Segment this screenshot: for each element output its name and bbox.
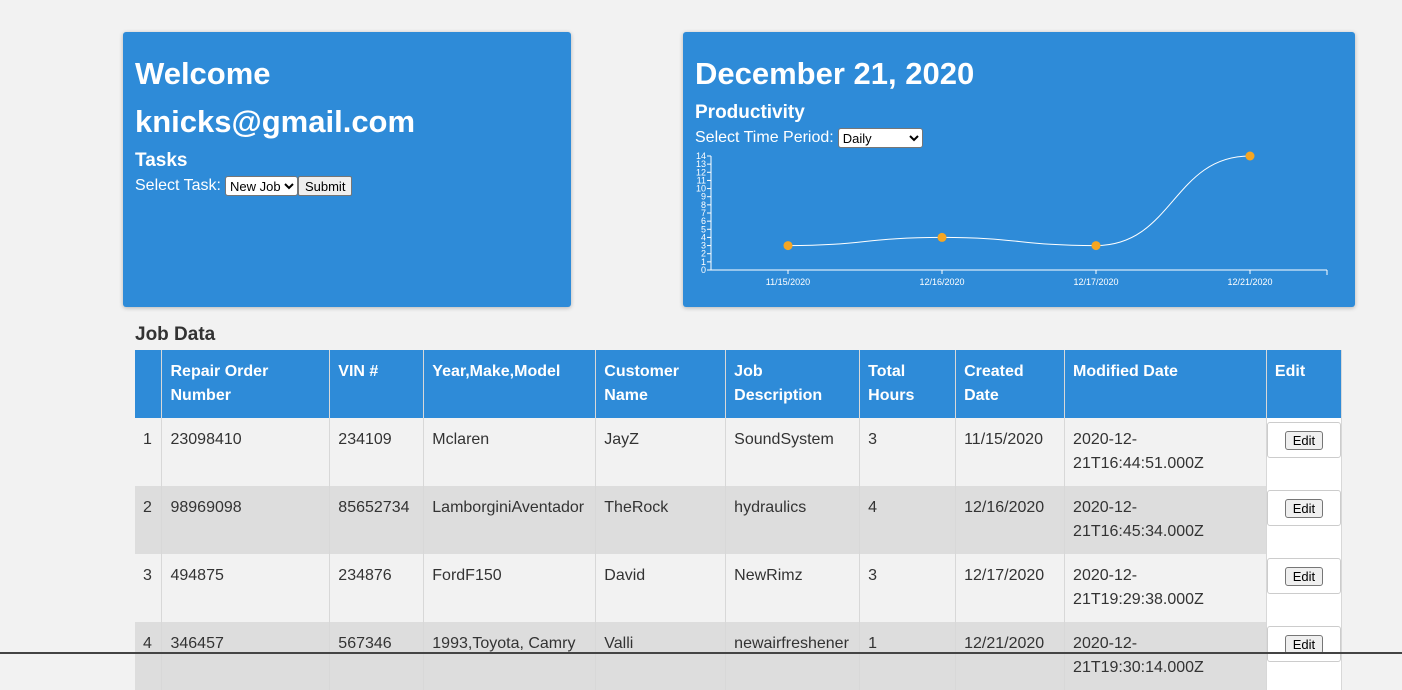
- productivity-card: December 21, 2020 Productivity Select Ti…: [683, 32, 1355, 307]
- column-header: Job Description: [725, 350, 861, 418]
- table-cell: 12/17/2020: [955, 554, 1066, 622]
- table-cell: 3: [859, 418, 957, 486]
- table-cell: David: [595, 554, 727, 622]
- welcome-title: Welcome: [135, 56, 271, 91]
- column-header: Created Date: [955, 350, 1066, 418]
- edit-button-wrapper: Edit: [1266, 558, 1341, 594]
- table-cell: FordF150: [423, 554, 597, 622]
- table-cell: 85652734: [329, 486, 425, 554]
- edit-button[interactable]: Edit: [1284, 566, 1324, 586]
- productivity-heading: Productivity: [695, 102, 805, 123]
- table-cell: 2: [135, 486, 163, 554]
- table-cell: NewRimz: [725, 554, 861, 622]
- table-cell: 567346: [329, 622, 425, 690]
- table-row: 1 23098410 234109 Mclaren JayZ SoundSystem 3 11…: [135, 418, 1343, 486]
- y-tick-label: 14: [696, 151, 706, 161]
- table-cell: 234109: [329, 418, 425, 486]
- table-cell: 234876: [329, 554, 425, 622]
- table-row: 4 346457 567346 1993,Toyota, Camry Valli newa…: [135, 622, 1343, 690]
- column-header: Modified Date: [1064, 350, 1267, 418]
- table-cell: 2020-12-21T16:45:34.000Z: [1064, 486, 1267, 554]
- table-header-row: Repair Order Number VIN # Year,Make,Model C…: [135, 350, 1343, 418]
- x-tick-label: 12/17/2020: [1073, 277, 1118, 287]
- table-cell: SoundSystem: [725, 418, 861, 486]
- table-cell: TheRock: [595, 486, 727, 554]
- data-point: [1091, 241, 1101, 251]
- table-cell: 23098410: [161, 418, 331, 486]
- column-header: [135, 350, 163, 418]
- edit-cell: Edit: [1266, 486, 1343, 554]
- task-select-row: Select Task: New Job Submit: [135, 176, 559, 196]
- column-header: Year,Make,Model: [423, 350, 597, 418]
- data-point: [1245, 151, 1255, 161]
- edit-button[interactable]: Edit: [1284, 498, 1324, 518]
- time-period-select[interactable]: Daily: [837, 128, 923, 148]
- user-email: knicks@gmail.com: [135, 104, 416, 139]
- edit-button-wrapper: Edit: [1266, 422, 1341, 458]
- table-cell: 494875: [161, 554, 331, 622]
- edit-button-wrapper: Edit: [1266, 490, 1341, 526]
- table-cell: LamborginiAventador: [423, 486, 597, 554]
- table-cell: 12/21/2020: [955, 622, 1066, 690]
- job-data-title: Job Data: [135, 324, 216, 345]
- series-line: [787, 155, 1251, 247]
- edit-button[interactable]: Edit: [1284, 634, 1324, 654]
- column-header: Edit: [1266, 350, 1343, 418]
- edit-cell: Edit: [1266, 622, 1343, 690]
- table-row: 3 494875 234876 FordF150 David NewRimz 3 12/17/…: [135, 554, 1343, 622]
- table-cell: JayZ: [595, 418, 727, 486]
- productivity-chart: 0123456789101112131411/15/2020 12/16/2020…: [696, 151, 1328, 287]
- edit-cell: Edit: [1266, 418, 1343, 486]
- table-cell: 2020-12-21T19:30:14.000Z: [1064, 622, 1267, 690]
- data-point: [937, 232, 947, 242]
- table-cell: 4: [859, 486, 957, 554]
- tasks-heading: Tasks: [135, 150, 188, 171]
- table-cell: 3: [135, 554, 163, 622]
- table-cell: 346457: [161, 622, 331, 690]
- table-cell: 3: [859, 554, 957, 622]
- table-cell: 11/15/2020: [955, 418, 1066, 486]
- column-header: Repair Order Number: [161, 350, 331, 418]
- edit-button[interactable]: Edit: [1284, 430, 1324, 450]
- welcome-card: Welcome knicks@gmail.com Tasks Select Ta…: [123, 32, 571, 307]
- table-cell: 4: [135, 622, 163, 690]
- table-cell: 1: [135, 418, 163, 486]
- task-select[interactable]: New Job: [224, 176, 298, 196]
- table-cell: newairfreshener: [725, 622, 861, 690]
- current-date: December 21, 2020: [695, 56, 975, 91]
- x-tick-label: 12/16/2020: [919, 277, 964, 287]
- job-data-table: Repair Order Number VIN # Year,Make,Model C…: [135, 350, 1343, 690]
- column-header: VIN #: [329, 350, 425, 418]
- table-cell: Valli: [595, 622, 727, 690]
- table-row: 2 98969098 85652734 LamborginiAventador TheR…: [135, 486, 1343, 554]
- table-cell: 12/16/2020: [955, 486, 1066, 554]
- column-header: Total Hours: [859, 350, 957, 418]
- x-tick-label: 11/15/2020: [766, 277, 810, 287]
- x-tick-label: 12/21/2020: [1227, 277, 1272, 287]
- table-cell: 2020-12-21T16:44:51.000Z: [1064, 418, 1267, 486]
- table-cell: 1: [859, 622, 957, 690]
- task-select-label: Select Task:: [135, 177, 221, 194]
- edit-button-wrapper: Edit: [1266, 626, 1341, 662]
- edit-cell: Edit: [1266, 554, 1343, 622]
- table-cell: hydraulics: [725, 486, 861, 554]
- table-cell: 1993,Toyota, Camry: [423, 622, 597, 690]
- period-select-row: Select Time Period: Daily: [695, 128, 1343, 148]
- data-point: [783, 241, 793, 251]
- column-header: Customer Name: [595, 350, 727, 418]
- submit-button[interactable]: Submit: [297, 176, 353, 196]
- table-cell: 98969098: [161, 486, 331, 554]
- table-cell: Mclaren: [423, 418, 597, 486]
- table-cell: 2020-12-21T19:29:38.000Z: [1064, 554, 1267, 622]
- period-select-label: Select Time Period:: [695, 129, 834, 146]
